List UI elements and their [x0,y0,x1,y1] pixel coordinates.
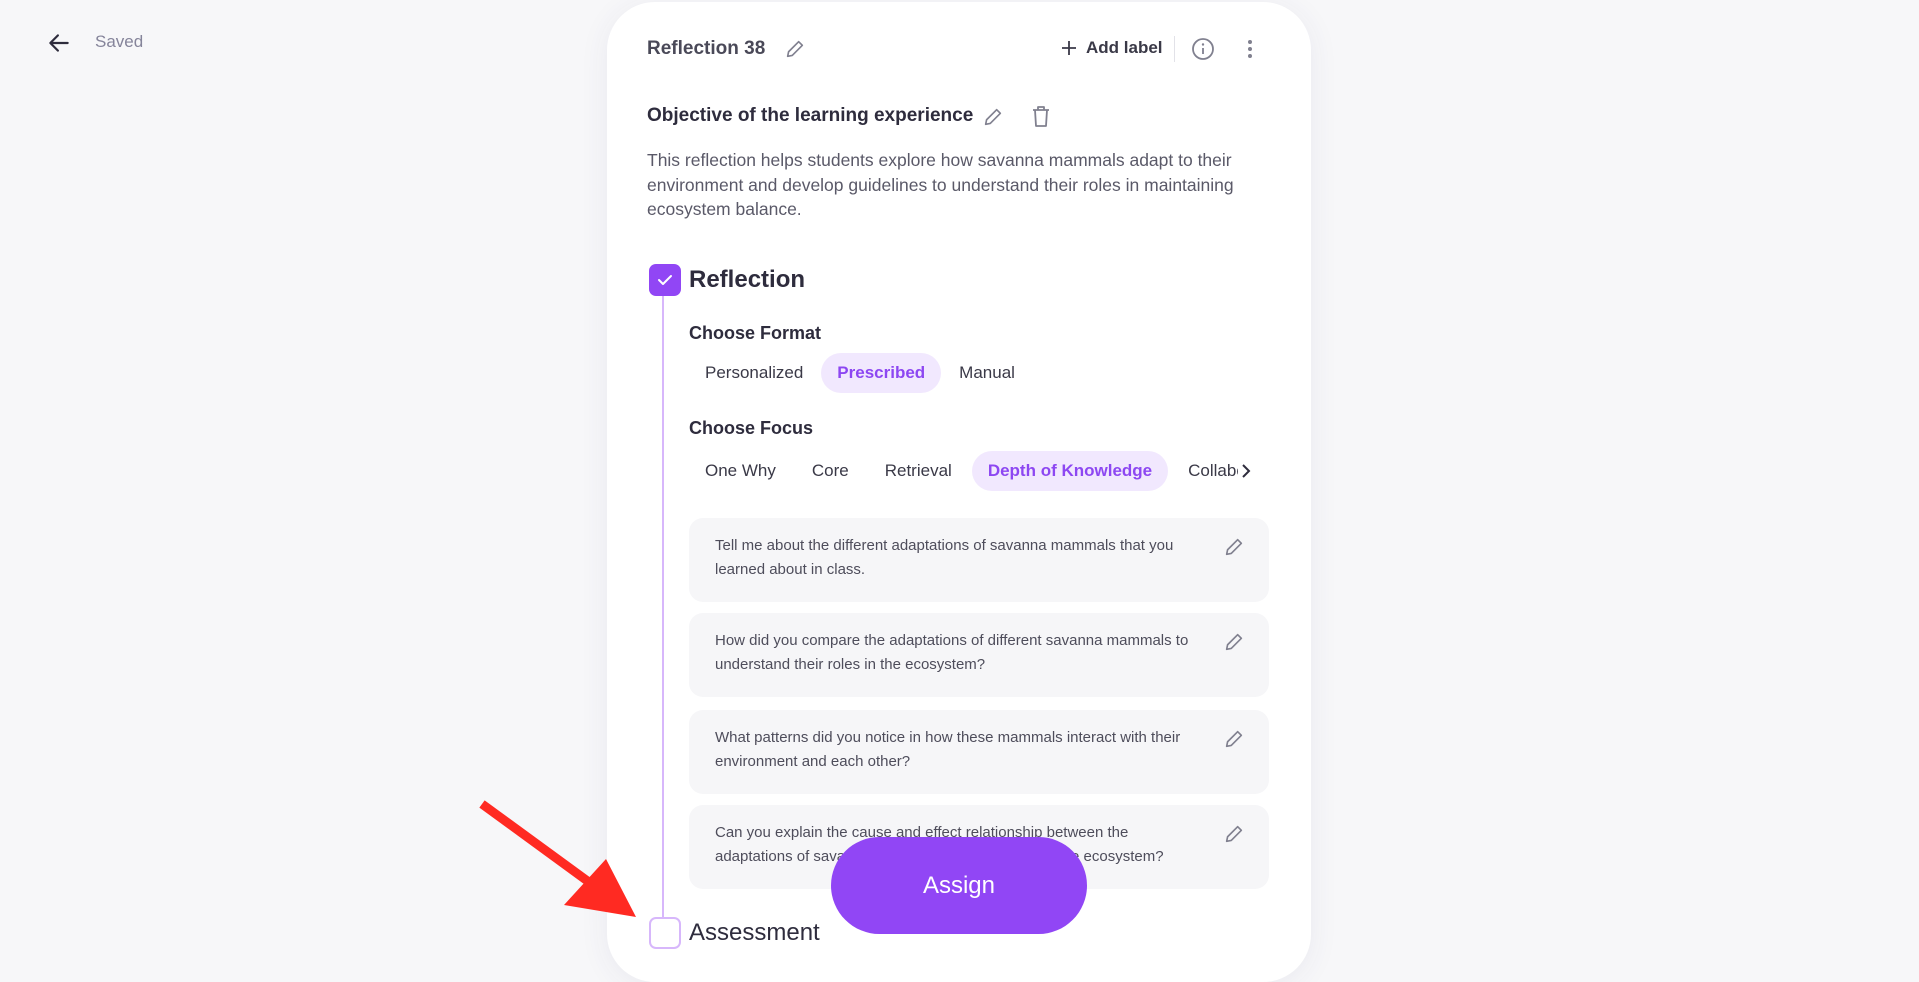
edit-question-pencil-icon[interactable] [1223,631,1245,653]
format-option-prescribed[interactable]: Prescribed [821,353,942,393]
focus-option-core[interactable]: Core [796,451,865,491]
assessment-section-title: Assessment [689,919,820,946]
objective-text: This reflection helps students explore h… [647,150,1234,219]
edit-title-pencil-icon[interactable] [784,38,806,60]
choose-format-label: Choose Format [689,323,822,343]
plus-icon [1062,41,1076,55]
reflection-section-title: Reflection [689,266,806,293]
focus-option-one-why[interactable]: One Why [689,451,792,491]
assessment-checkbox[interactable] [649,917,681,949]
edit-question-pencil-icon[interactable] [1223,536,1245,558]
edit-question-pencil-icon[interactable] [1223,823,1245,845]
objective-heading: Objective of the learning experience [647,105,974,126]
save-status: Saved [95,32,144,51]
page-title: Reflection 38 [647,38,766,59]
format-option-personalized[interactable]: Personalized [689,353,819,393]
format-option-manual[interactable]: Manual [943,353,1031,393]
focus-option-collaboration[interactable]: Collabora [1172,451,1241,491]
question-card: Tell me about the different adaptations … [689,518,1269,602]
question-text: Tell me about the different adaptations … [715,537,1174,578]
delete-trash-icon[interactable] [1030,104,1052,128]
format-options: Personalized Prescribed Manual [689,353,1031,393]
focus-option-depth-of-knowledge[interactable]: Depth of Knowledge [971,451,1169,491]
add-label-button[interactable]: Add label [1060,38,1163,58]
divider [1174,36,1175,62]
choose-focus-label: Choose Focus [689,418,814,438]
back-arrow-icon[interactable] [46,30,72,56]
question-text: What patterns did you notice in how thes… [715,729,1181,770]
annotation-red-arrow-icon [479,800,636,917]
question-card: What patterns did you notice in how thes… [689,710,1269,794]
reflection-checkbox[interactable] [649,264,681,296]
focus-options-scroller: One Why Core Retrieval Depth of Knowledg… [689,451,1241,491]
focus-option-retrieval[interactable]: Retrieval [869,451,968,491]
check-icon [658,275,672,285]
question-card: How did you compare the adaptations of d… [689,613,1269,697]
chevron-right-icon[interactable] [1238,461,1254,481]
assign-button[interactable]: Assign [831,837,1087,934]
edit-objective-pencil-icon[interactable] [982,106,1004,128]
edit-question-pencil-icon[interactable] [1223,728,1245,750]
timeline-line [662,296,664,918]
add-label-text: Add label [1086,38,1163,57]
question-text: How did you compare the adaptations of d… [715,632,1189,673]
more-options-icon[interactable] [1240,37,1260,61]
info-icon[interactable] [1191,37,1215,61]
